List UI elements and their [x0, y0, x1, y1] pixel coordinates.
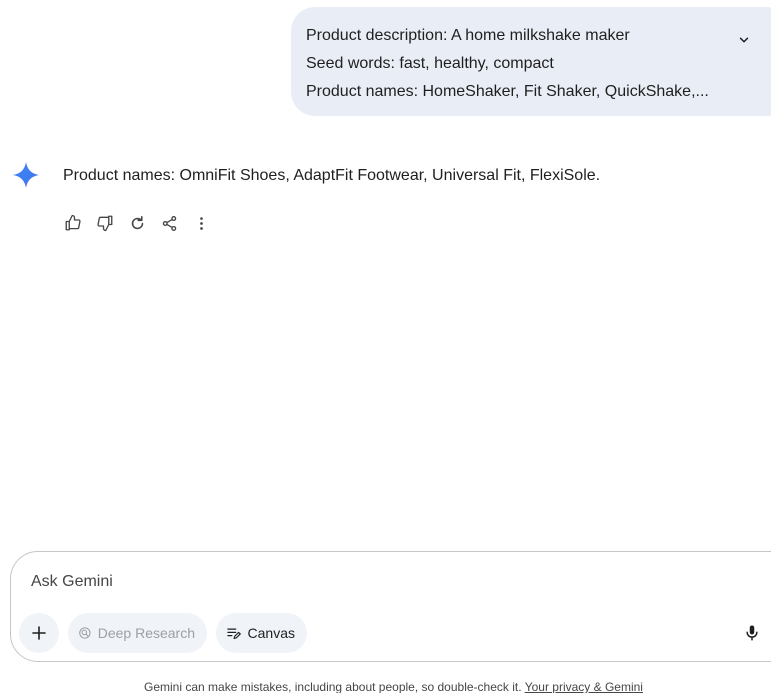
response-text: Product names: OmniFit Shoes, AdaptFit F…	[63, 167, 601, 184]
privacy-link[interactable]: Your privacy & Gemini	[525, 680, 643, 693]
deep-research-icon	[79, 627, 91, 639]
more-vert-icon	[199, 216, 203, 230]
share-button[interactable]	[156, 210, 182, 236]
regenerate-icon	[131, 215, 143, 229]
chevron-down-icon	[739, 37, 749, 43]
thumbs-up-icon	[65, 214, 81, 231]
user-prompt-line: Product names: HomeShaker, Fit Shaker, Q…	[306, 83, 709, 100]
share-icon	[162, 215, 176, 231]
user-prompt-line: Seed words: fast, healthy, compact	[306, 55, 554, 72]
deep-research-button[interactable]: Deep Research	[68, 613, 207, 653]
user-prompt-bubble: Product description: A home milkshake ma…	[291, 7, 771, 116]
canvas-icon	[227, 628, 241, 640]
canvas-button[interactable]: Canvas	[216, 613, 307, 653]
prompt-input[interactable]	[31, 569, 631, 595]
expand-prompt-button[interactable]	[733, 29, 755, 51]
disclaimer-text: Gemini can make mistakes, including abou…	[144, 680, 522, 693]
response-actions	[60, 210, 214, 236]
plus-icon	[32, 626, 46, 640]
add-files-button[interactable]	[19, 613, 59, 653]
chat-page: Product description: A home milkshake ma…	[0, 0, 771, 693]
gemini-sparkle-icon	[13, 162, 39, 188]
disclaimer-footer: Gemini can make mistakes, including abou…	[0, 680, 771, 693]
regenerate-button[interactable]	[124, 210, 150, 236]
microphone-icon	[746, 625, 758, 641]
canvas-label: Canvas	[247, 625, 295, 641]
bad-response-button[interactable]	[92, 210, 118, 236]
deep-research-label: Deep Research	[97, 625, 195, 641]
thumbs-down-icon	[97, 215, 113, 232]
prompt-composer: Deep Research Canvas	[10, 551, 771, 662]
more-options-button[interactable]	[188, 210, 214, 236]
voice-input-button[interactable]	[738, 619, 766, 647]
user-prompt-line: Product description: A home milkshake ma…	[306, 27, 630, 44]
good-response-button[interactable]	[60, 210, 86, 236]
